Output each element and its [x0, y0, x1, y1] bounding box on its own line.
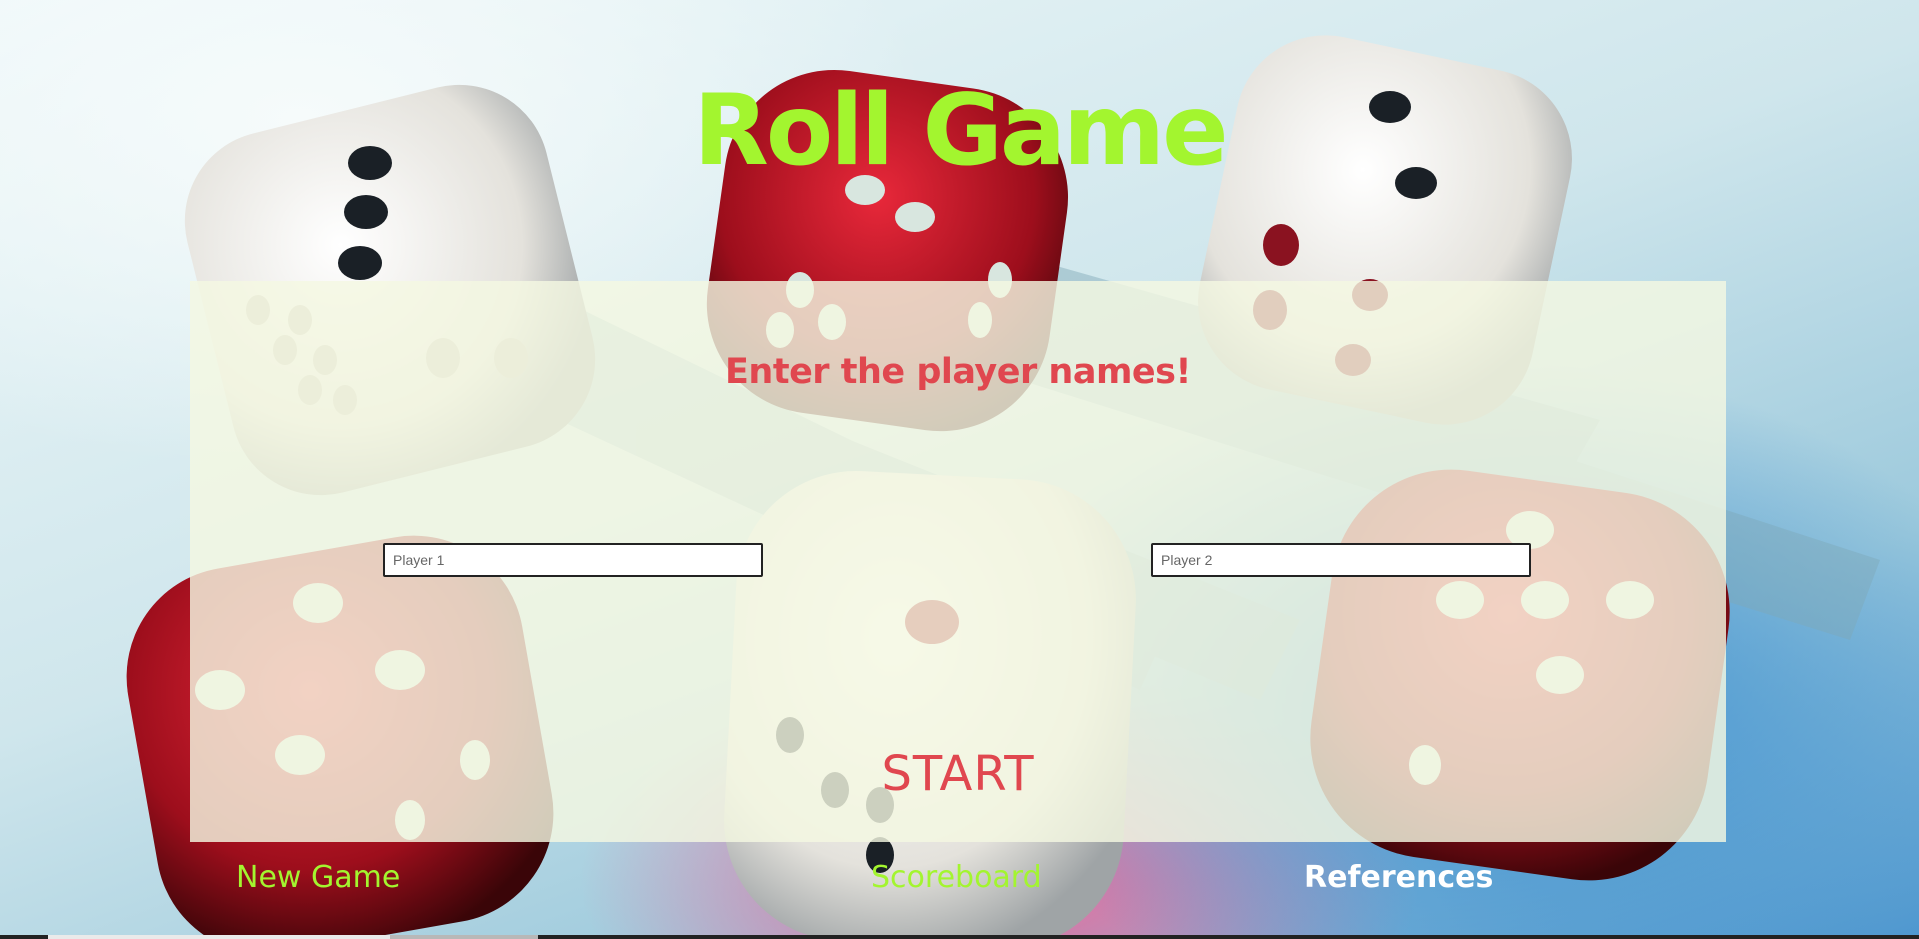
setup-heading: Enter the player names!: [725, 352, 1191, 392]
nav-scoreboard-link[interactable]: Scoreboard: [871, 860, 1042, 895]
player-setup-panel: Enter the player names! START: [190, 281, 1726, 842]
nav-references-link[interactable]: References: [1304, 860, 1493, 895]
start-button[interactable]: START: [828, 745, 1088, 803]
bottom-strip-segment: [48, 935, 390, 939]
app-title: Roll Game: [693, 74, 1228, 188]
bottom-edge-strip: [0, 935, 1919, 939]
player2-name-input[interactable]: [1151, 543, 1531, 577]
bottom-strip-segment: [390, 935, 538, 939]
nav-new-game-link[interactable]: New Game: [236, 860, 400, 895]
player1-name-input[interactable]: [383, 543, 763, 577]
